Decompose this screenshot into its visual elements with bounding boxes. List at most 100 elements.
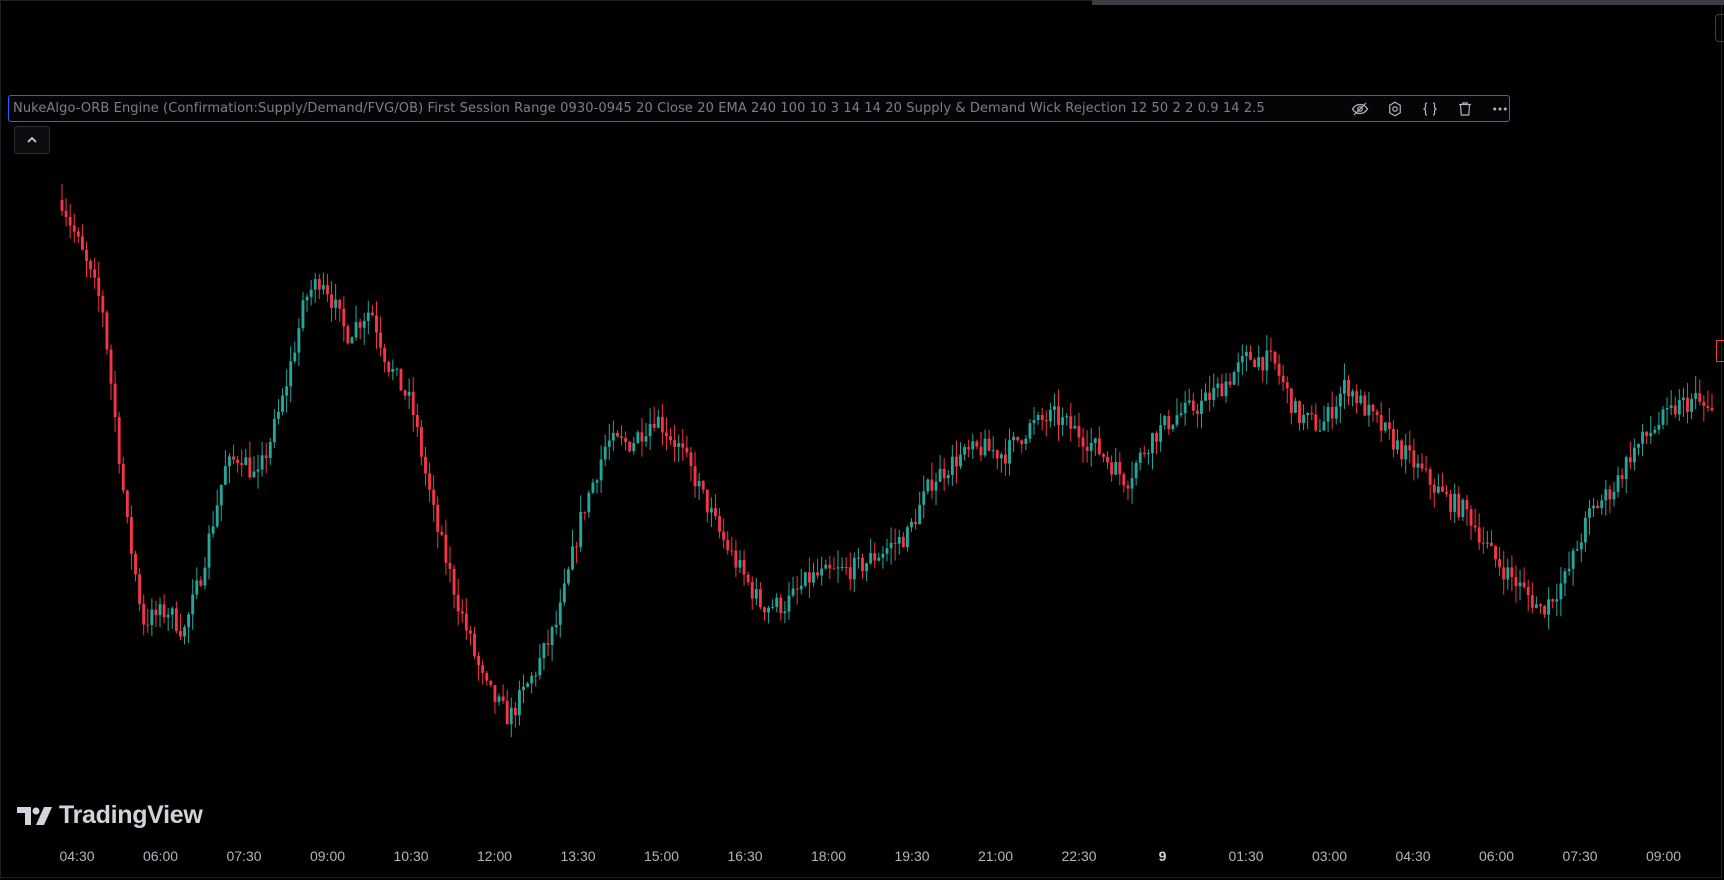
candle-body [971, 441, 975, 450]
chevron-up-icon [27, 136, 37, 143]
time-tick-label: 07:30 [226, 848, 262, 864]
indicator-legend-text[interactable]: NukeAlgo-ORB Engine (Confirmation:Supply… [13, 101, 1265, 116]
candle-body [828, 564, 832, 569]
candle-body [1690, 398, 1694, 412]
candle-body [1477, 527, 1481, 543]
delete-trash-icon[interactable] [1454, 99, 1476, 119]
candle-body [236, 459, 240, 463]
candle-body [493, 685, 497, 702]
candle-body [1306, 412, 1310, 415]
candle-body [179, 631, 182, 637]
candle-body [566, 569, 570, 584]
candle-body [914, 521, 918, 525]
candle-body [1216, 383, 1220, 388]
source-code-icon[interactable] [1419, 99, 1441, 119]
collapse-legend-button[interactable] [14, 126, 50, 154]
candle-body [1583, 517, 1587, 543]
time-tick-label: 19:30 [894, 848, 930, 864]
candle-body [105, 312, 109, 350]
time-tick-label: 21:00 [977, 848, 1014, 864]
candle-body [1138, 452, 1142, 463]
candle-body [1657, 424, 1661, 430]
candle-body [542, 643, 546, 659]
candle-body [722, 531, 726, 540]
candle-body [387, 361, 391, 372]
candle-body [1461, 499, 1465, 518]
candle-body [207, 533, 211, 568]
settings-gear-icon[interactable] [1384, 99, 1406, 119]
candle-body [1171, 424, 1175, 430]
candle-body [620, 436, 623, 439]
candle-body [444, 534, 448, 563]
candle-body [1624, 457, 1628, 479]
candle-body [1261, 357, 1265, 371]
candle-body [918, 504, 922, 525]
candle-body [1293, 401, 1297, 413]
candle-body [767, 607, 770, 613]
candle-body [538, 658, 542, 676]
candle-body [1146, 453, 1150, 455]
candle-body [1142, 452, 1146, 454]
candle-body [489, 680, 493, 686]
candle-body [162, 604, 166, 618]
candle-body [1126, 485, 1130, 489]
candle-body [1637, 443, 1640, 448]
candle-body [1195, 410, 1199, 414]
candle-body [89, 261, 93, 270]
candle-body [305, 296, 309, 301]
candle-body [248, 457, 252, 478]
candle-body [93, 269, 97, 278]
time-axis[interactable]: 04:30 06:00 07:30 09:00 10:30 12:00 13:30 15:00… [0, 848, 1724, 870]
candle-body [579, 511, 583, 548]
candle-body [1453, 493, 1457, 512]
candle-body [1375, 411, 1379, 416]
hide-eye-icon[interactable] [1349, 99, 1371, 119]
candle-body [1465, 499, 1469, 510]
more-options-icon[interactable] [1489, 99, 1511, 119]
candle-body [832, 568, 836, 570]
candle-body [987, 438, 991, 451]
candle-body [264, 455, 268, 458]
candle-body [419, 427, 423, 457]
candle-body [101, 296, 105, 313]
candle-body [277, 411, 280, 419]
candle-body [1347, 379, 1350, 397]
candle-body [775, 597, 779, 608]
candle-body [1575, 549, 1579, 551]
candle-body [1367, 404, 1371, 416]
candle-body [946, 475, 950, 479]
candle-body [68, 217, 72, 226]
candle-body [738, 560, 742, 568]
candle-body [750, 582, 754, 599]
candle-body [742, 560, 746, 575]
candle-body [754, 589, 758, 599]
candle-body [979, 446, 983, 456]
candle-body [1445, 491, 1448, 494]
candle-body [1645, 431, 1649, 437]
candle-body [603, 446, 607, 460]
candle-body [1563, 571, 1567, 584]
candle-body [999, 454, 1003, 459]
candle-body [779, 597, 783, 614]
candle-body [791, 588, 795, 596]
candle-body [885, 548, 889, 554]
candle-body [456, 594, 460, 612]
candle-body [1089, 442, 1093, 451]
candle-body [72, 225, 76, 232]
price-chart[interactable] [0, 0, 1724, 880]
candle-body [848, 567, 852, 580]
candle-body [170, 608, 174, 615]
candle-body [1187, 400, 1191, 403]
indicator-legend[interactable]: NukeAlgo-ORB Engine (Confirmation:Supply… [8, 95, 1510, 122]
tradingview-logo[interactable]: TradingView [17, 801, 203, 830]
candle-body [1334, 406, 1338, 419]
time-tick-label: 12:00 [476, 848, 513, 864]
candle-body [240, 462, 244, 465]
candle-body [1579, 542, 1583, 550]
candle-body [391, 368, 395, 372]
candle-body [1191, 400, 1195, 411]
candle-body [1449, 493, 1453, 512]
candle-body [468, 630, 472, 634]
candle-body [1097, 438, 1101, 455]
candle-body [575, 546, 579, 548]
